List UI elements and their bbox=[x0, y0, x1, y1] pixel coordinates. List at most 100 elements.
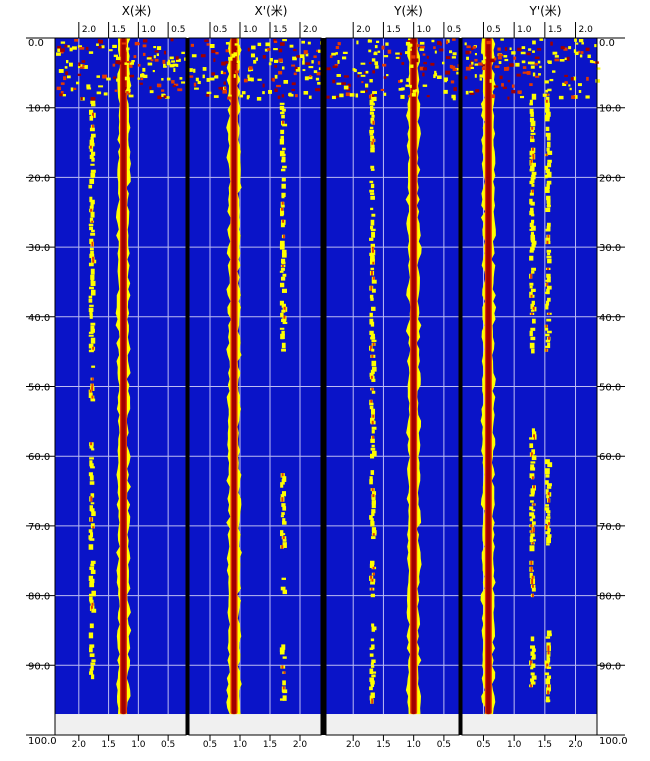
reflection-weak-speckle bbox=[89, 593, 93, 597]
reflection-weak-speckle bbox=[370, 321, 375, 327]
near-surface-clutter bbox=[140, 73, 145, 78]
near-surface-clutter bbox=[564, 74, 568, 77]
reflection-weak-speckle bbox=[88, 349, 94, 353]
reflection-weak-speckle bbox=[90, 337, 96, 344]
near-surface-clutter bbox=[383, 76, 387, 79]
reflection-weak-speckle bbox=[281, 108, 286, 112]
near-surface-clutter bbox=[357, 74, 360, 78]
near-surface-clutter bbox=[317, 61, 321, 65]
reflection-weak-core bbox=[90, 208, 93, 213]
reflection-weak-speckle bbox=[90, 560, 96, 564]
near-surface-clutter bbox=[268, 89, 272, 94]
reflection-weak-speckle bbox=[371, 429, 375, 434]
top-tick-label: 2.0 bbox=[82, 25, 97, 35]
reflection-weak-speckle bbox=[531, 183, 535, 187]
no-data-strip bbox=[189, 714, 321, 735]
top-tick-label: 0.5 bbox=[213, 25, 227, 35]
near-surface-clutter bbox=[80, 96, 83, 101]
near-surface-clutter bbox=[179, 77, 183, 80]
reflection-weak-core bbox=[372, 533, 375, 536]
reflection-weak-core bbox=[282, 536, 285, 540]
near-surface-clutter bbox=[206, 91, 212, 95]
near-surface-clutter bbox=[206, 43, 210, 46]
reflection-weak-speckle bbox=[530, 120, 536, 127]
reflection-weak-speckle bbox=[544, 468, 550, 475]
near-surface-clutter bbox=[451, 94, 456, 99]
near-surface-clutter bbox=[295, 94, 298, 98]
near-surface-clutter bbox=[365, 70, 369, 74]
near-surface-clutter bbox=[513, 56, 517, 60]
near-surface-clutter bbox=[534, 75, 540, 78]
reflection-weak-speckle bbox=[90, 502, 95, 505]
depth-label-right: 30.0 bbox=[599, 243, 621, 254]
near-surface-clutter bbox=[352, 68, 356, 71]
reflection-weak-speckle bbox=[281, 159, 286, 163]
reflection-weak-speckle bbox=[530, 138, 535, 143]
reflection-weak-speckle bbox=[531, 455, 537, 461]
near-surface-clutter bbox=[156, 83, 162, 88]
near-surface-clutter bbox=[262, 83, 265, 88]
near-surface-clutter bbox=[464, 76, 468, 80]
near-surface-clutter bbox=[153, 55, 156, 59]
reflection-weak-speckle bbox=[529, 282, 534, 286]
reflection-weak-speckle bbox=[89, 581, 95, 588]
reflection-weak-core bbox=[281, 545, 284, 549]
near-surface-clutter bbox=[173, 68, 176, 72]
depth-label-right: 90.0 bbox=[599, 661, 621, 672]
near-surface-clutter bbox=[228, 56, 233, 61]
near-surface-clutter bbox=[431, 39, 435, 43]
near-surface-clutter bbox=[494, 65, 500, 68]
near-surface-clutter bbox=[96, 75, 101, 78]
near-surface-clutter bbox=[150, 59, 154, 62]
near-surface-clutter bbox=[156, 53, 160, 57]
near-surface-clutter bbox=[547, 60, 550, 64]
near-surface-clutter bbox=[395, 52, 401, 55]
reflection-weak-speckle bbox=[90, 292, 96, 296]
reflection-weak-speckle bbox=[90, 398, 96, 402]
near-surface-clutter bbox=[58, 69, 64, 73]
near-surface-clutter bbox=[273, 40, 278, 43]
near-surface-clutter bbox=[450, 80, 455, 84]
near-surface-clutter bbox=[564, 81, 568, 85]
near-surface-clutter bbox=[233, 74, 236, 78]
near-surface-clutter bbox=[170, 38, 174, 42]
near-surface-clutter bbox=[274, 88, 278, 93]
reflection-weak-speckle bbox=[530, 129, 535, 132]
reflection-weak-speckle bbox=[529, 255, 534, 261]
reflection-weak-speckle bbox=[371, 213, 376, 217]
reflection-weak-core bbox=[530, 312, 533, 315]
reflection-weak-speckle bbox=[546, 330, 552, 334]
near-surface-clutter bbox=[332, 65, 338, 68]
near-surface-clutter bbox=[469, 90, 474, 94]
reflection-weak-speckle bbox=[531, 648, 536, 652]
near-surface-clutter bbox=[115, 56, 121, 61]
reflection-weak-speckle bbox=[370, 581, 375, 585]
reflection-weak-speckle bbox=[531, 93, 537, 100]
reflection-weak-core bbox=[372, 138, 375, 143]
reflection-weak-speckle bbox=[370, 243, 375, 248]
near-surface-clutter bbox=[257, 42, 262, 47]
reflection-weak-speckle bbox=[282, 321, 288, 325]
near-surface-clutter bbox=[227, 96, 232, 100]
near-surface-clutter bbox=[56, 86, 61, 91]
reflection-weak-speckle bbox=[371, 102, 375, 106]
near-surface-clutter bbox=[329, 55, 333, 58]
reflection-weak-speckle bbox=[371, 674, 376, 678]
reflection-weak-speckle bbox=[530, 288, 536, 293]
near-surface-clutter bbox=[498, 54, 504, 57]
reflection-weak-speckle bbox=[530, 491, 535, 495]
near-surface-clutter bbox=[202, 67, 207, 71]
near-surface-clutter bbox=[332, 79, 336, 84]
near-surface-clutter bbox=[154, 50, 159, 53]
reflection-weak-speckle bbox=[371, 426, 377, 430]
near-surface-clutter bbox=[364, 83, 369, 88]
near-surface-clutter bbox=[539, 38, 544, 41]
near-surface-clutter bbox=[449, 64, 453, 69]
reflection-weak-core bbox=[281, 264, 284, 268]
near-surface-clutter bbox=[265, 42, 271, 47]
near-surface-clutter bbox=[142, 39, 148, 43]
near-surface-clutter bbox=[246, 95, 250, 100]
near-surface-clutter bbox=[96, 43, 99, 46]
near-surface-clutter bbox=[375, 65, 379, 69]
reflection-weak-speckle bbox=[280, 168, 286, 172]
